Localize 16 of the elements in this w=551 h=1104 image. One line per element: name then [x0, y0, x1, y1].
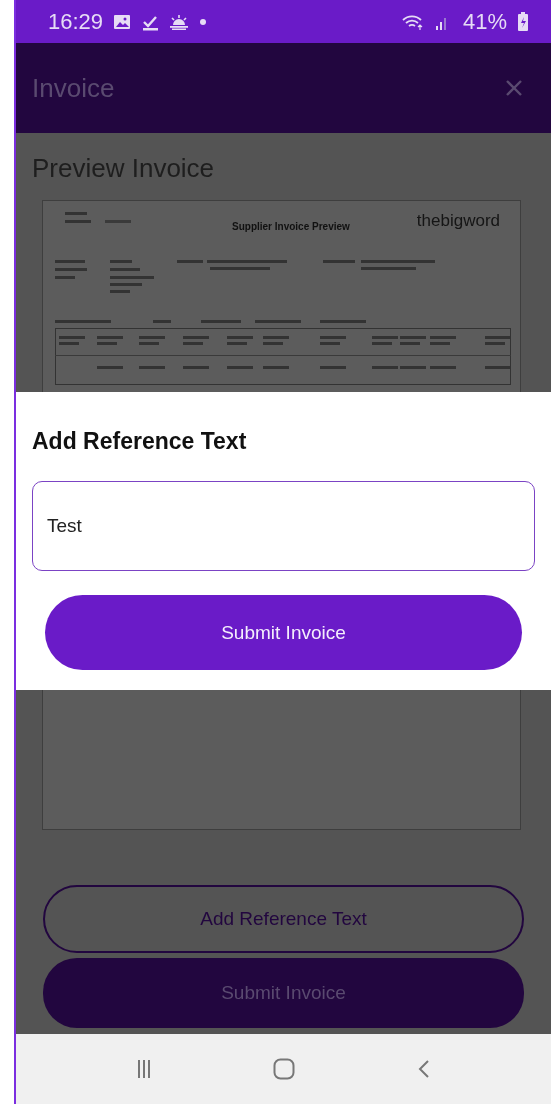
battery-percent: 41%: [462, 8, 507, 35]
app-bar-title: Invoice: [32, 72, 115, 104]
brand-logo: thebigword: [416, 211, 500, 231]
document-title: Supplier Invoice Preview: [232, 221, 350, 232]
home-icon: [273, 1058, 296, 1080]
dot-icon: [199, 17, 208, 26]
dialog-title: Add Reference Text: [32, 428, 248, 455]
status-time: 16:29: [48, 8, 104, 35]
battery-icon: [517, 11, 529, 32]
image-icon: [113, 13, 132, 30]
weather-icon: [169, 13, 190, 30]
recents-icon: [137, 1059, 152, 1079]
close-icon: [505, 79, 523, 97]
reference-input[interactable]: Test: [32, 481, 535, 571]
submit-button[interactable]: Submit Invoice: [45, 595, 522, 670]
back-icon: [417, 1059, 430, 1079]
